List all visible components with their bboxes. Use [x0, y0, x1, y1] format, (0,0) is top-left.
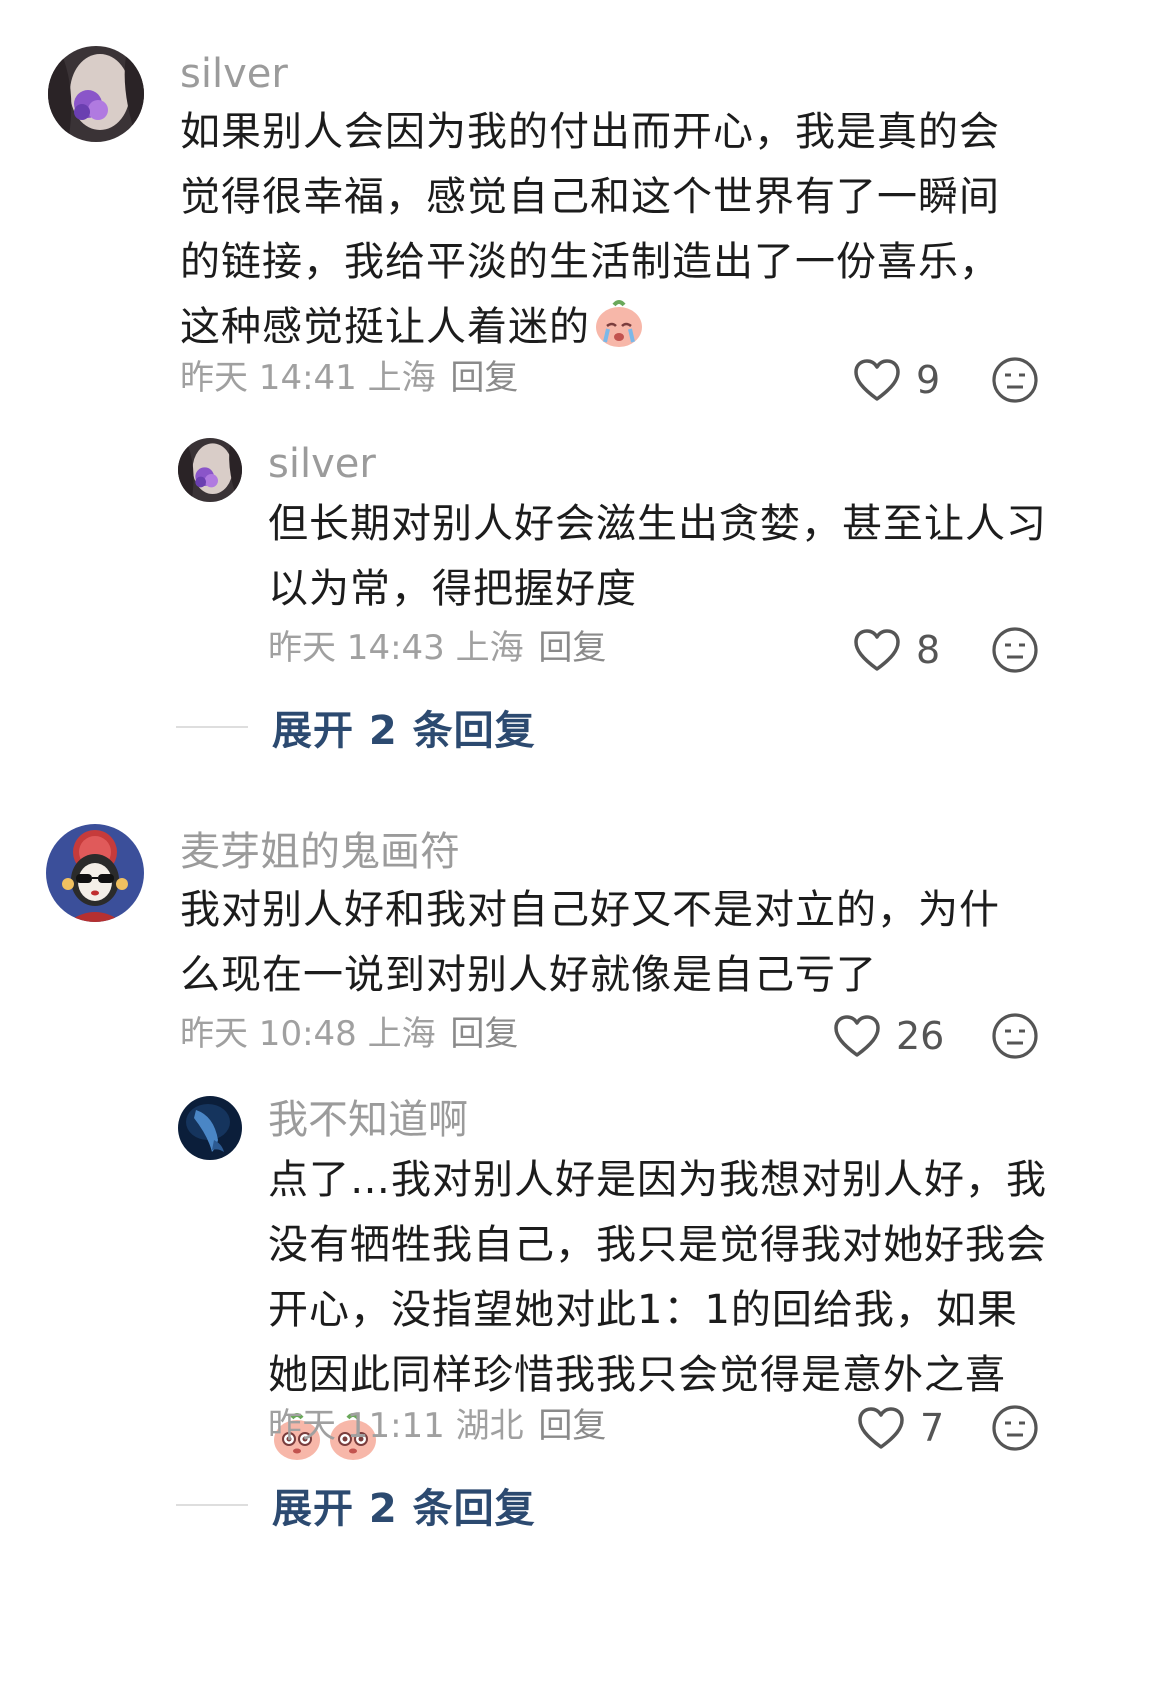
- reply-username[interactable]: 我不知道啊: [268, 1094, 468, 1146]
- expand-replies-label[interactable]: 展开 2 条回复: [272, 1476, 536, 1534]
- like-button[interactable]: 9: [852, 355, 940, 405]
- comment-time: 昨天 14:41 上海: [180, 358, 436, 398]
- heart-icon: [832, 1013, 882, 1059]
- comment-username[interactable]: silver: [180, 48, 288, 100]
- comment-username[interactable]: 麦芽姐的鬼画符: [180, 826, 460, 878]
- heart-icon: [852, 627, 902, 673]
- reply-button[interactable]: 回复: [538, 628, 606, 668]
- dislike-icon[interactable]: [990, 1011, 1040, 1061]
- avatar[interactable]: [48, 46, 144, 142]
- like-button[interactable]: 26: [832, 1011, 944, 1061]
- expand-replies-label[interactable]: 展开 2 条回复: [272, 698, 536, 756]
- reply-button[interactable]: 回复: [450, 1014, 518, 1054]
- reply-button[interactable]: 回复: [538, 1406, 606, 1446]
- reply-time: 昨天 11:11 湖北: [268, 1406, 524, 1446]
- reply-meta: 昨天 14:43 上海 回复: [268, 626, 606, 670]
- reply-username[interactable]: silver: [268, 438, 376, 490]
- like-count: 26: [896, 1014, 945, 1058]
- expand-replies-button[interactable]: 展开 2 条回复: [176, 1476, 536, 1534]
- avatar[interactable]: [178, 1096, 242, 1160]
- dislike-icon[interactable]: [990, 625, 1040, 675]
- divider: [176, 1504, 248, 1506]
- like-count: 8: [916, 628, 941, 672]
- comment-meta: 昨天 14:41 上海 回复: [180, 356, 518, 400]
- comment-meta: 昨天 10:48 上海 回复: [180, 1012, 518, 1056]
- avatar[interactable]: [178, 438, 242, 502]
- heart-icon: [856, 1405, 906, 1451]
- reply-time: 昨天 14:43 上海: [268, 628, 524, 668]
- expand-replies-button[interactable]: 展开 2 条回复: [176, 698, 536, 756]
- comment-time: 昨天 10:48 上海: [180, 1014, 436, 1054]
- like-count: 9: [916, 358, 941, 402]
- avatar[interactable]: [46, 824, 144, 922]
- reply-text: 但长期对别人好会滋生出贪婪，甚至让人习以为常，得把握好度: [268, 501, 1047, 612]
- comment-text: 我对别人好和我对自己好又不是对立的，为什么现在一说到对别人好就像是自己亏了: [180, 887, 1000, 998]
- reply-meta: 昨天 11:11 湖北 回复: [268, 1404, 606, 1448]
- like-count: 7: [920, 1406, 945, 1450]
- dislike-icon[interactable]: [990, 355, 1040, 405]
- divider: [176, 726, 248, 728]
- heart-icon: [852, 357, 902, 403]
- crying-peach-emoji: [592, 296, 646, 350]
- comment-text: 如果别人会因为我的付出而开心，我是真的会觉得很幸福，感觉自己和这个世界有了一瞬间…: [180, 109, 1000, 350]
- like-button[interactable]: 8: [852, 625, 940, 675]
- like-button[interactable]: 7: [856, 1403, 944, 1453]
- reply-button[interactable]: 回复: [450, 358, 518, 398]
- dislike-icon[interactable]: [990, 1403, 1040, 1453]
